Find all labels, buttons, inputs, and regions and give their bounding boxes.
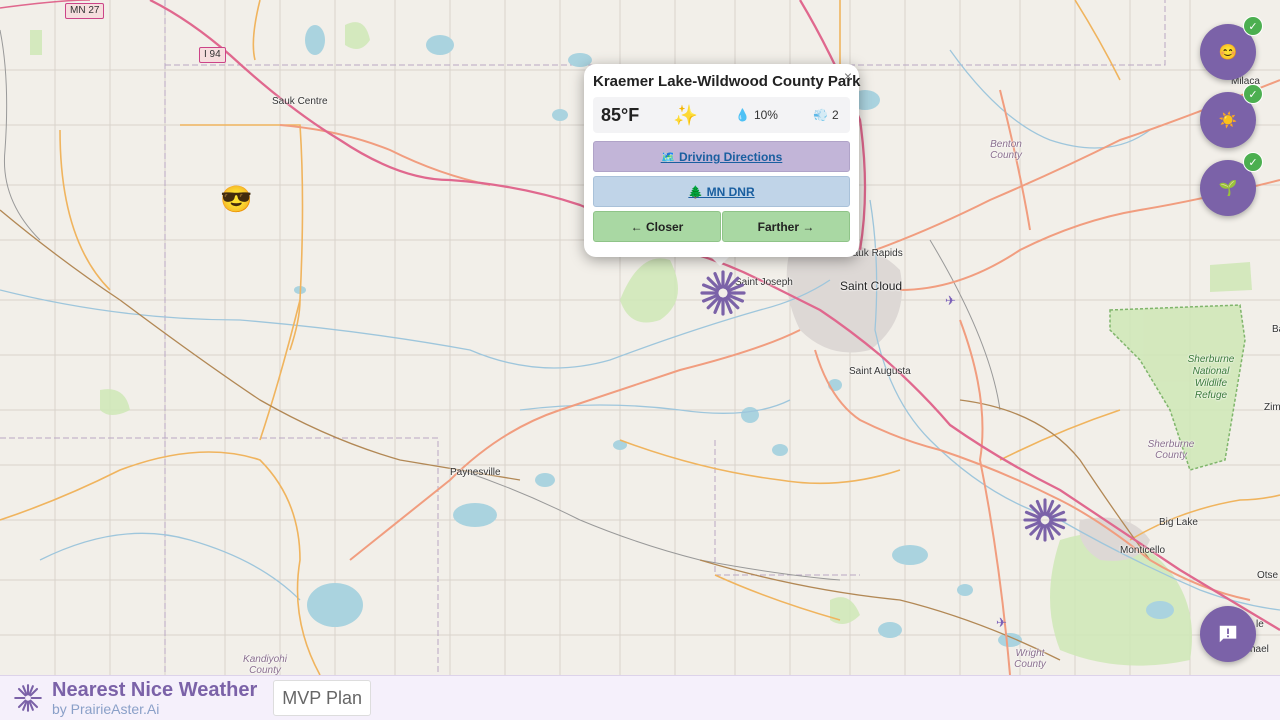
check-icon: ✓	[1243, 16, 1263, 36]
place-paynesville: Paynesville	[450, 467, 501, 478]
airport-icon: ✈	[996, 615, 1007, 630]
place-saint-cloud: Saint Cloud	[840, 279, 903, 293]
region-benton-county: Benton County	[990, 139, 1022, 161]
precipitation-value: 10%	[753, 108, 778, 122]
highway-shield-i94: I 94	[199, 47, 226, 63]
place-big-lake: Big Lake	[1159, 517, 1198, 528]
droplet-icon: 💧	[735, 108, 750, 122]
popup-title: Kraemer Lake-Wildwood County Park	[593, 73, 861, 90]
smile-icon: 😊	[1218, 44, 1238, 61]
location-popup: × Kraemer Lake-Wildwood County Park 85°F…	[584, 64, 861, 257]
aster-location-marker[interactable]	[1023, 498, 1067, 542]
check-icon: ✓	[1243, 152, 1263, 172]
region-wright-county: Wright County	[1014, 648, 1046, 670]
mvp-plan-button[interactable]: MVP Plan	[273, 680, 372, 716]
place-sauk-centre: Sauk Centre	[272, 96, 328, 107]
region-kandiyohi-county: Kandiyohi County	[243, 654, 287, 675]
sparkles-icon: ✨	[673, 104, 698, 127]
wind-value: 2	[831, 108, 839, 122]
distance-navigation: ← Closer Farther →	[593, 211, 850, 242]
feedback-button[interactable]	[1200, 606, 1256, 662]
check-icon: ✓	[1243, 84, 1263, 104]
seedling-icon: 🌱	[1218, 180, 1238, 197]
farther-button[interactable]: Farther →	[722, 211, 850, 242]
close-icon[interactable]: ×	[844, 68, 852, 84]
place-otse: Otse	[1257, 570, 1279, 581]
place-monticello: Monticello	[1120, 545, 1166, 556]
highway-shield-mn27: MN 27	[65, 3, 105, 19]
map-canvas[interactable]: Sauk Centre Saint Joseph Saint Cloud Sau…	[0, 0, 1280, 675]
closer-button[interactable]: ← Closer	[593, 211, 721, 242]
user-location-marker[interactable]: 😎	[220, 186, 252, 212]
aster-logo-icon	[14, 684, 42, 712]
place-saint-augusta: Saint Augusta	[849, 366, 911, 377]
region-sherburne-refuge: Sherburne National Wildlife Refuge	[1187, 354, 1235, 401]
sun-icon: ☀️	[1218, 112, 1238, 129]
airport-icon: ✈	[945, 293, 956, 308]
weather-summary: 85°F ✨ 💧 10% 💨 2	[593, 97, 850, 133]
place-le: le	[1256, 619, 1264, 630]
app-subtitle: by PrairieAster.Ai	[52, 701, 160, 717]
driving-directions-button[interactable]: 🗺️ Driving Directions	[593, 141, 850, 172]
temperature: 85°F	[601, 104, 640, 125]
precipitation: 💧 10%	[735, 108, 813, 122]
mn-dnr-button[interactable]: 🌲 MN DNR	[593, 176, 850, 207]
wind: 💨 2	[813, 108, 839, 122]
feedback-icon	[1219, 625, 1237, 643]
app-footer: Nearest Nice Weather by PrairieAster.Ai …	[0, 675, 1280, 720]
region-sherburne-county: Sherburne County	[1147, 439, 1195, 461]
place-zim: Zim	[1264, 402, 1280, 413]
place-ba: Ba	[1272, 324, 1280, 335]
wind-icon: 💨	[813, 108, 828, 122]
app-title: Nearest Nice Weather	[52, 679, 258, 701]
aster-location-marker-selected[interactable]	[700, 270, 746, 316]
brand[interactable]: Nearest Nice Weather by PrairieAster.Ai	[14, 679, 257, 717]
